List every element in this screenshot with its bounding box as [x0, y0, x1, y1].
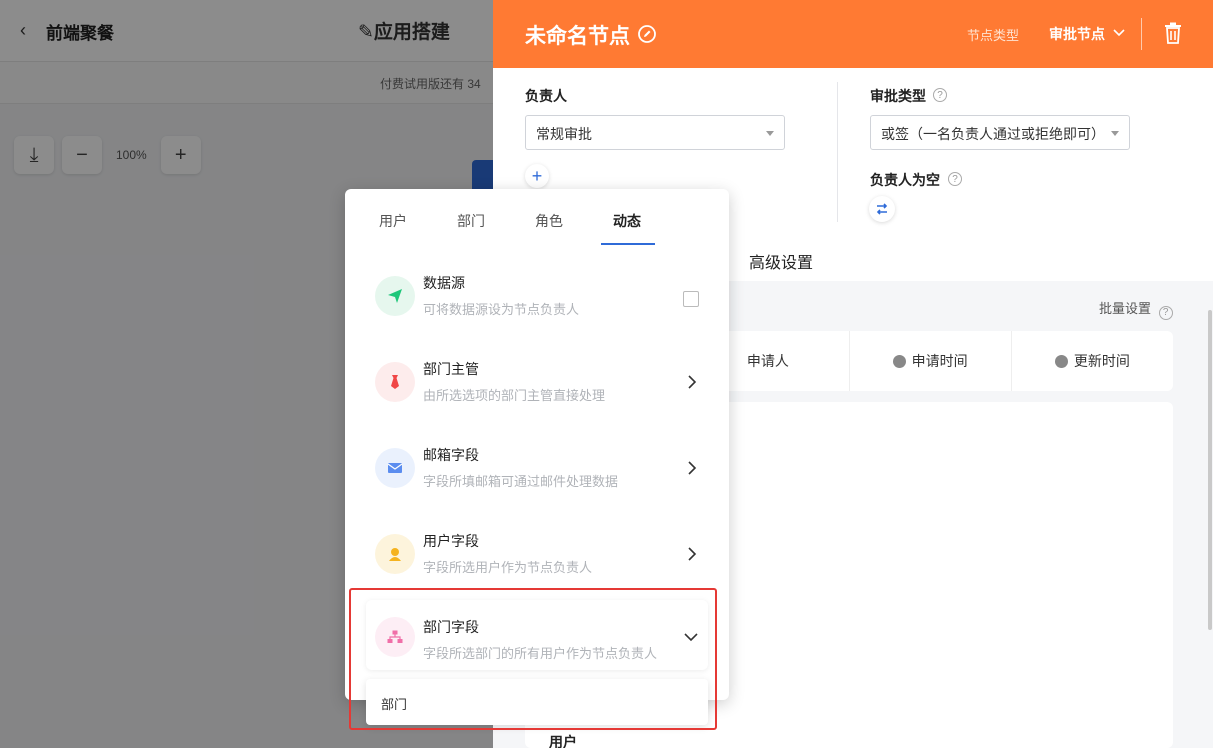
approval-type-label: 审批类型 [870, 88, 926, 104]
option-dept-manager[interactable]: 部门主管 由所选选项的部门主管直接处理 [345, 345, 729, 431]
trash-icon[interactable] [1163, 22, 1183, 44]
chevron-right-icon [688, 547, 697, 561]
clock-icon [892, 354, 906, 368]
chevron-right-icon [688, 375, 697, 389]
dept-subitem-label: 部门 [381, 697, 408, 712]
active-tab-indicator [601, 243, 655, 245]
option-desc: 由所选选项的部门主管直接处理 [423, 388, 606, 403]
user-section-label: 用户 [549, 734, 577, 748]
column-divider [837, 82, 838, 222]
option-title: 数据源 [423, 275, 465, 291]
batch-set-link[interactable]: 批量设置 ? [1099, 298, 1173, 320]
tab-role[interactable]: 角色 [535, 211, 563, 231]
data-source-checkbox[interactable] [683, 291, 699, 307]
scrollbar[interactable] [1208, 310, 1212, 630]
option-title: 用户字段 [423, 533, 479, 549]
empty-assignee-label: 负责人为空 [870, 172, 940, 188]
option-title: 部门字段 [423, 619, 479, 635]
update-clock-icon [1054, 354, 1068, 368]
tab-dynamic[interactable]: 动态 [613, 211, 641, 231]
field-label: 更新时间 [1073, 353, 1130, 369]
user-icon [375, 534, 415, 574]
approval-type-select[interactable]: 或签（一名负责人通过或拒绝即可） [870, 115, 1130, 150]
picker-tabs: 用户 部门 角色 动态 [345, 189, 729, 247]
chevron-down-icon[interactable] [684, 630, 698, 644]
option-email-field[interactable]: 邮箱字段 字段所填邮箱可通过邮件处理数据 [345, 431, 729, 517]
caret-icon [766, 131, 774, 136]
assignee-select-value: 常规审批 [536, 126, 592, 142]
chevron-right-icon [688, 461, 697, 475]
tie-icon [375, 362, 415, 402]
option-desc: 可将数据源设为节点负责人 [423, 302, 580, 317]
org-icon [375, 617, 415, 657]
tab-user[interactable]: 用户 [379, 211, 407, 231]
node-type-label: 节点类型 [967, 28, 1020, 43]
help-icon[interactable]: ? [948, 172, 962, 186]
add-assignee-button[interactable]: + [525, 164, 549, 188]
send-icon [375, 276, 415, 316]
approval-type-select-value: 或签（一名负责人通过或拒绝即可） [881, 126, 1105, 142]
field-label: 申请人 [746, 353, 789, 369]
help-icon[interactable]: ? [1158, 305, 1173, 320]
option-title: 邮箱字段 [423, 447, 479, 463]
node-title: 未命名节点 [525, 25, 630, 48]
assignee-label: 负责人 [525, 88, 567, 104]
chevron-down-icon[interactable] [1111, 24, 1127, 40]
field-label: 申请时间 [911, 353, 968, 369]
caret-icon [1111, 131, 1119, 136]
option-data-source[interactable]: 数据源 可将数据源设为节点负责人 [345, 259, 729, 345]
option-dept-field[interactable]: 部门字段 字段所选部门的所有用户作为节点负责人 [366, 600, 708, 670]
assignee-select[interactable]: 常规审批 [525, 115, 785, 150]
drawer-header: 未命名节点 节点类型 审批节点 [493, 0, 1213, 68]
tab-department[interactable]: 部门 [457, 211, 485, 231]
dept-field-subitem[interactable]: 部门 [366, 679, 708, 725]
field-cell-apply-time: 申请时间 [848, 331, 1011, 391]
swap-icon [876, 203, 888, 215]
option-desc: 字段所填邮箱可通过邮件处理数据 [423, 474, 619, 489]
field-cell-update-time: 更新时间 [1010, 331, 1173, 391]
mail-icon [375, 448, 415, 488]
batch-set-label: 批量设置 [1099, 301, 1152, 316]
header-divider [1141, 18, 1142, 50]
node-type-select[interactable]: 审批节点 [1049, 24, 1105, 44]
option-desc: 字段所选部门的所有用户作为节点负责人 [423, 646, 658, 661]
empty-assignee-swap-button[interactable] [869, 196, 895, 222]
option-user-field[interactable]: 用户字段 字段所选用户作为节点负责人 [345, 517, 729, 603]
edit-icon[interactable] [637, 24, 657, 44]
tab-advanced-settings[interactable]: 高级设置 [749, 249, 813, 273]
plus-icon: + [531, 166, 543, 186]
help-icon[interactable]: ? [933, 88, 947, 102]
option-desc: 字段所选用户作为节点负责人 [423, 560, 593, 575]
option-title: 部门主管 [423, 361, 479, 377]
